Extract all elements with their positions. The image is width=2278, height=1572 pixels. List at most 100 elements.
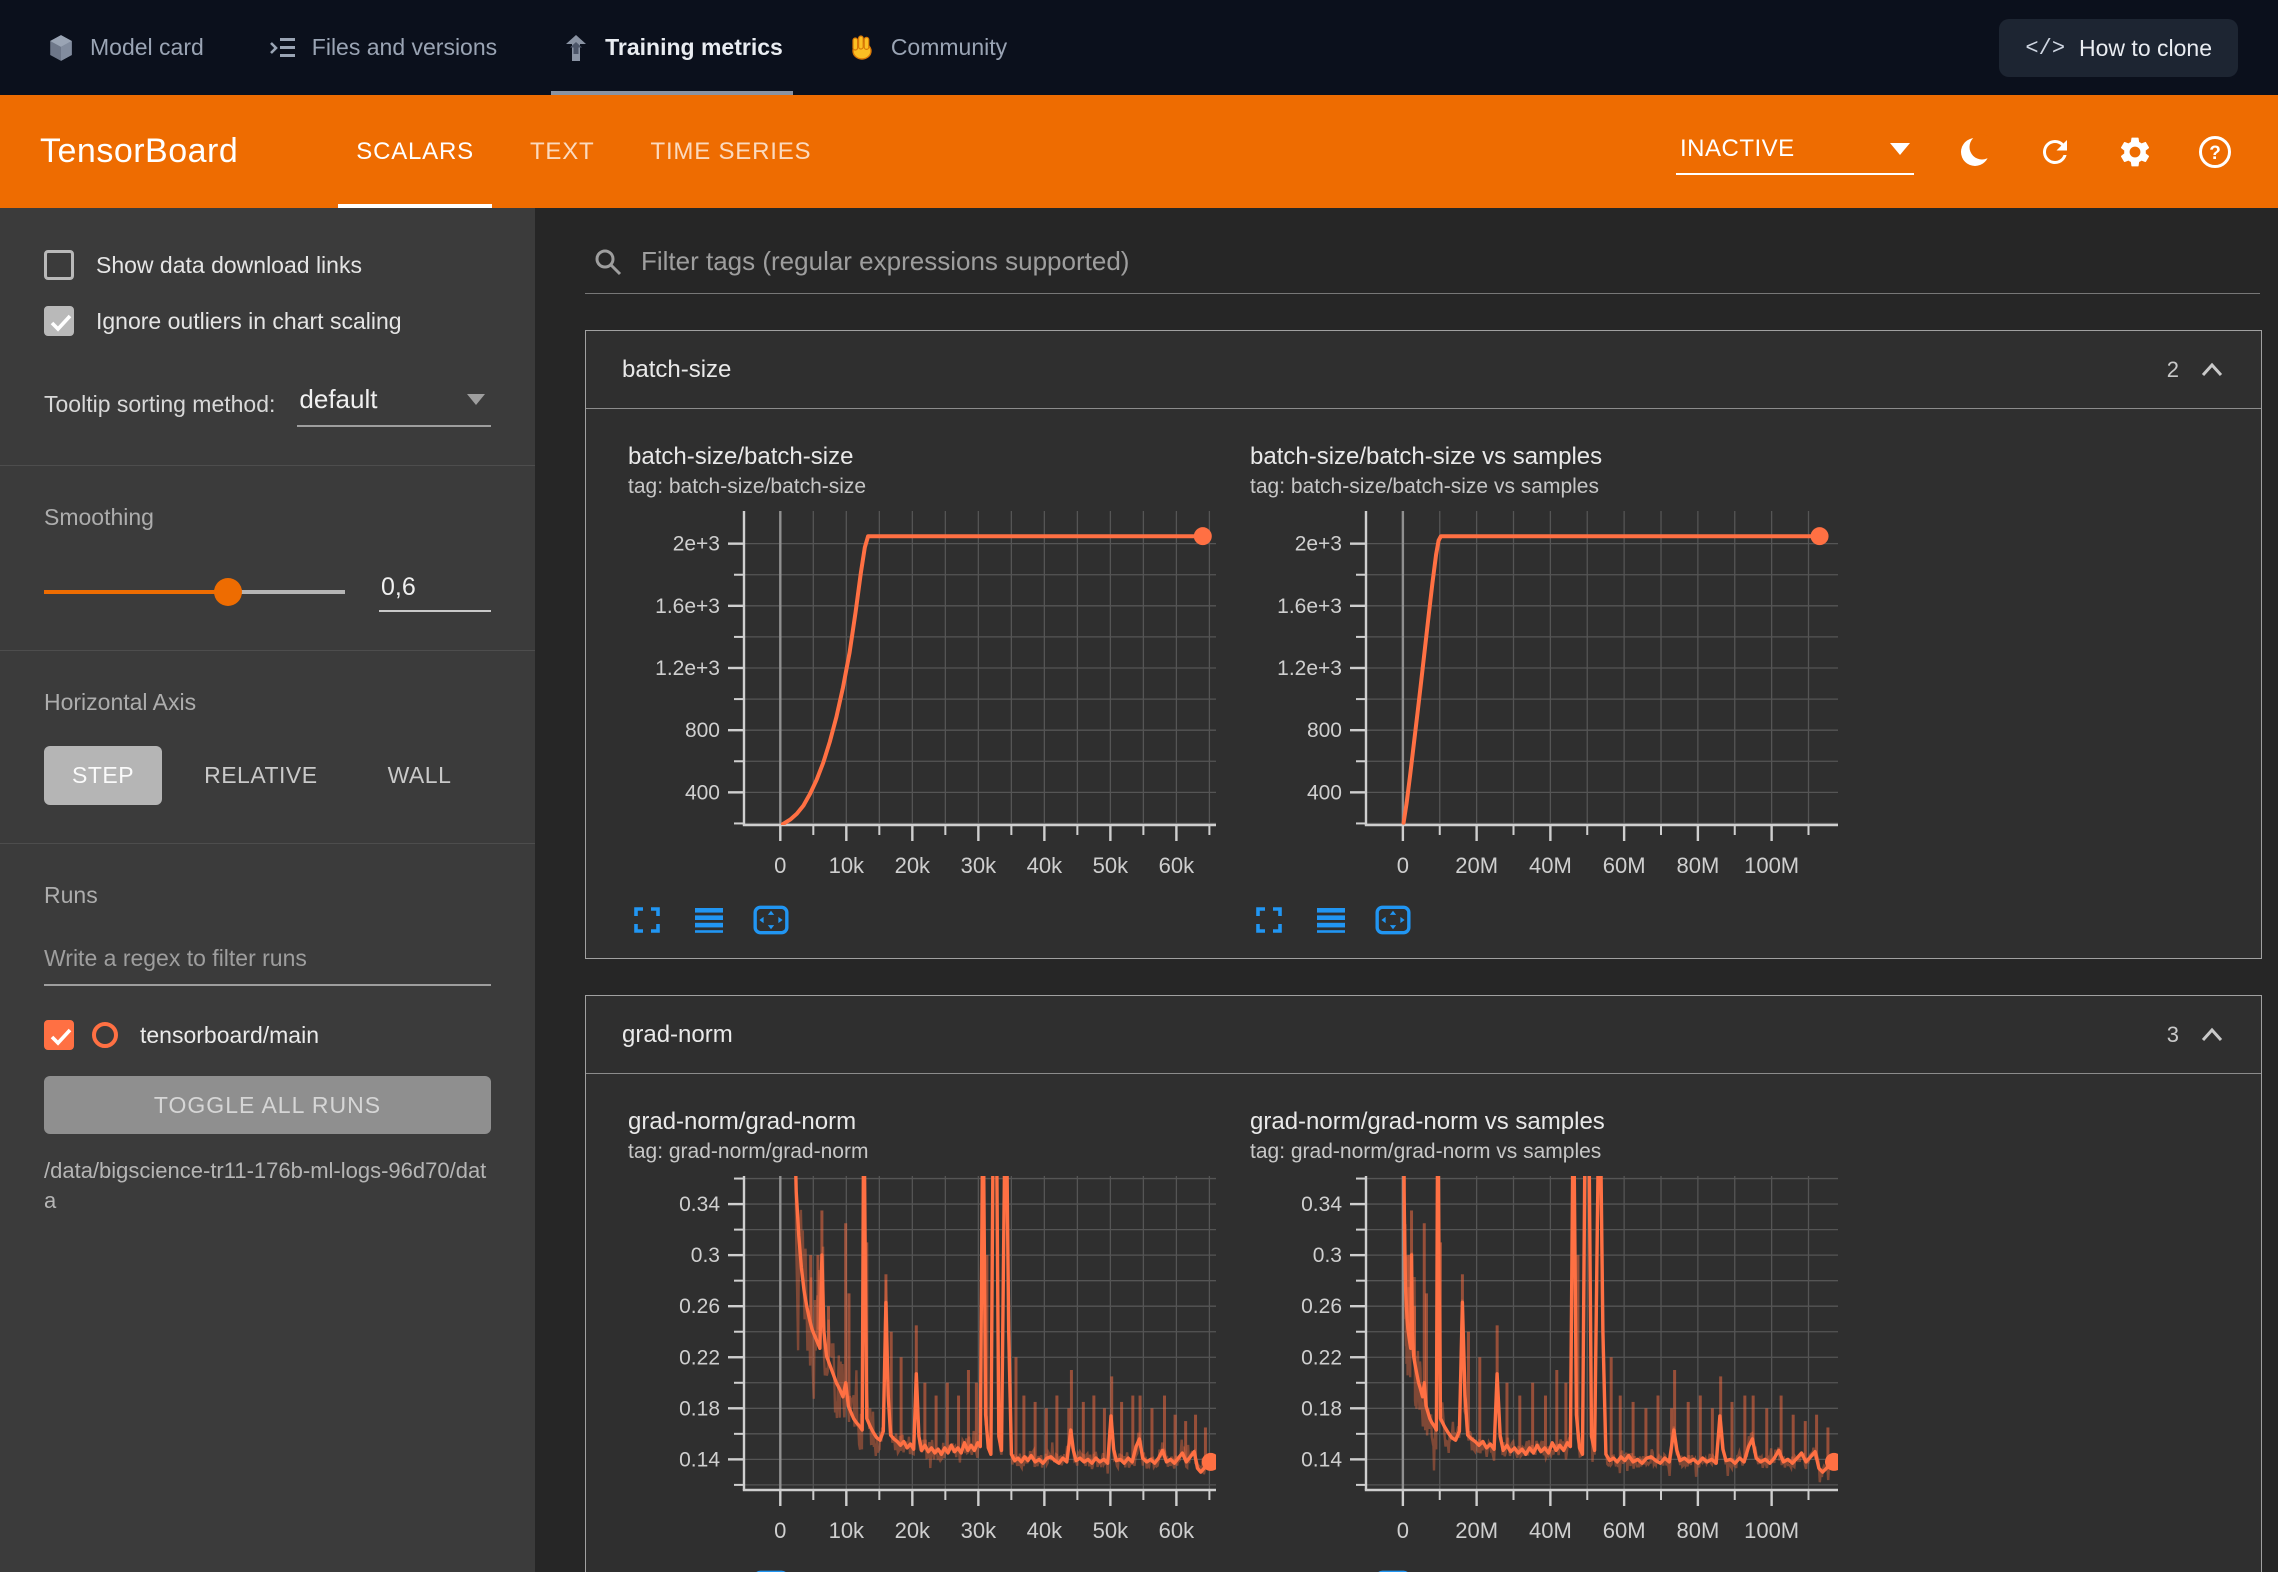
pan-zoom-button[interactable] — [1370, 900, 1416, 940]
svg-text:10k: 10k — [829, 1518, 865, 1543]
expand-chart-icon — [631, 905, 663, 935]
svg-text:0.22: 0.22 — [679, 1346, 720, 1369]
fit-data-icon — [692, 905, 726, 935]
collapse-section-button[interactable] — [2199, 360, 2225, 380]
refresh-button[interactable] — [2036, 133, 2074, 171]
chart-plot[interactable]: 4008001.2e+31.6e+32e+3010k20k30k40k50k60… — [622, 501, 1234, 889]
chart-tag: tag: grad-norm/grad-norm — [628, 1140, 1222, 1164]
svg-text:40M: 40M — [1529, 853, 1572, 878]
expand-chart-button[interactable] — [1246, 900, 1292, 940]
axis-relative-button[interactable]: RELATIVE — [176, 746, 346, 805]
run-checkbox-checked-icon[interactable] — [44, 1020, 74, 1050]
log-directory-path: /data/bigscience-tr11-176b-ml-logs-96d70… — [44, 1156, 491, 1215]
runs-filter-input[interactable] — [44, 939, 491, 986]
section-charts-row: grad-norm/grad-normtag: grad-norm/grad-n… — [586, 1074, 2261, 1572]
chart-toolbar — [1246, 1565, 1844, 1572]
expand-chart-button[interactable] — [624, 900, 670, 940]
chart-plot[interactable]: 4008001.2e+31.6e+32e+3020M40M60M80M100M — [1244, 501, 1856, 889]
svg-text:800: 800 — [685, 719, 720, 742]
svg-text:1.2e+3: 1.2e+3 — [1277, 657, 1342, 680]
svg-text:?: ? — [2209, 143, 2221, 164]
slider-knob[interactable] — [214, 578, 242, 606]
tab-files-and-versions[interactable]: Files and versions — [262, 0, 503, 95]
pan-zoom-button[interactable] — [1370, 1565, 1416, 1572]
run-name: tensorboard/main — [140, 1022, 319, 1049]
chart-title: batch-size/batch-size — [628, 443, 1222, 471]
svg-text:60k: 60k — [1159, 1518, 1195, 1543]
svg-text:400: 400 — [1307, 781, 1342, 804]
tag-filter-input[interactable] — [641, 246, 2256, 277]
reload-status-value: INACTIVE — [1680, 135, 1795, 163]
tab-text[interactable]: TEXT — [502, 95, 623, 208]
how-to-clone-button[interactable]: </> How to clone — [1999, 19, 2238, 77]
dark-mode-toggle-button[interactable] — [1956, 133, 1994, 171]
reload-status-dropdown[interactable]: INACTIVE — [1676, 129, 1914, 175]
section-charts-row: batch-size/batch-size tag: batch-size/bat… — [586, 409, 2261, 958]
svg-text:0.26: 0.26 — [679, 1295, 720, 1318]
tooltip-sorting-label: Tooltip sorting method: — [44, 391, 275, 418]
smoothing-value-input[interactable] — [379, 571, 491, 612]
pan-zoom-button[interactable] — [748, 1565, 794, 1572]
fit-data-button[interactable] — [1308, 1565, 1354, 1572]
run-row-tensorboard-main[interactable]: tensorboard/main — [44, 1020, 491, 1050]
moon-icon — [1957, 134, 1993, 170]
collapse-section-button[interactable] — [2199, 1025, 2225, 1045]
fit-data-button[interactable] — [686, 1565, 732, 1572]
sidebar-divider — [0, 465, 535, 466]
tooltip-sorting-dropdown[interactable]: default — [297, 382, 491, 427]
show-data-download-links-checkbox[interactable]: Show data download links — [44, 250, 491, 280]
tab-model-card[interactable]: Model card — [40, 0, 210, 95]
chevron-up-icon — [2199, 360, 2225, 380]
tab-scalars[interactable]: SCALARS — [328, 95, 502, 208]
svg-text:40k: 40k — [1027, 1518, 1063, 1543]
section-header[interactable]: batch-size 2 — [586, 331, 2261, 409]
svg-text:0: 0 — [774, 1518, 786, 1543]
svg-text:0: 0 — [1397, 1518, 1409, 1543]
section-card-grad-norm: grad-norm3grad-norm/grad-normtag: grad-n… — [585, 995, 2262, 1572]
svg-text:0.18: 0.18 — [679, 1397, 720, 1420]
sidebar-divider — [0, 843, 535, 844]
fit-data-button[interactable] — [1308, 900, 1354, 940]
chart-plot[interactable]: 0.140.180.220.260.30.34010k20k30k40k50k6… — [622, 1166, 1234, 1554]
expand-chart-button[interactable] — [624, 1565, 670, 1572]
settings-button[interactable] — [2116, 133, 2154, 171]
tensorboard-logo: TensorBoard — [40, 132, 238, 171]
chevron-up-icon — [2199, 1025, 2225, 1045]
gear-icon — [2117, 134, 2153, 170]
expand-chart-button[interactable] — [1246, 1565, 1292, 1572]
svg-text:800: 800 — [1307, 719, 1342, 742]
axis-step-button[interactable]: STEP — [44, 746, 162, 805]
tooltip-sorting-value: default — [299, 384, 377, 415]
toolbar-right-controls: INACTIVE ? — [1676, 129, 2234, 175]
chart-tag: tag: batch-size/batch-size — [628, 475, 1222, 499]
svg-text:20k: 20k — [895, 1518, 931, 1543]
chart-toolbar — [624, 900, 1222, 940]
svg-text:400: 400 — [685, 781, 720, 804]
clone-button-label: How to clone — [2079, 35, 2212, 62]
svg-text:100M: 100M — [1744, 1518, 1799, 1543]
smoothing-slider[interactable] — [44, 577, 345, 607]
chart-plot[interactable]: 0.140.180.220.260.30.34020M40M60M80M100M — [1244, 1166, 1856, 1554]
ignore-outliers-checkbox[interactable]: Ignore outliers in chart scaling — [44, 306, 491, 336]
svg-text:2e+3: 2e+3 — [1295, 533, 1342, 556]
tab-training-metrics[interactable]: Training metrics — [555, 0, 789, 95]
tab-community[interactable]: Community — [841, 0, 1013, 95]
dashboard-content: batch-size 2 batch-size/batch-size tag: bat… — [535, 208, 2278, 1572]
help-button[interactable]: ? — [2196, 133, 2234, 171]
svg-text:0: 0 — [774, 853, 786, 878]
svg-text:0.3: 0.3 — [1313, 1244, 1342, 1267]
fit-data-button[interactable] — [686, 900, 732, 940]
chart-grad-samples: grad-norm/grad-norm vs samplestag: grad-… — [1244, 1108, 1844, 1572]
checkbox-unchecked-icon — [44, 250, 74, 280]
svg-text:0.34: 0.34 — [1301, 1193, 1342, 1216]
section-header[interactable]: grad-norm3 — [586, 996, 2261, 1074]
section-title: batch-size — [622, 356, 731, 384]
axis-wall-button[interactable]: WALL — [360, 746, 480, 805]
tab-time-series[interactable]: TIME SERIES — [622, 95, 839, 208]
section-chart-count: 2 — [2167, 357, 2179, 383]
model-page-nav: Model card Files and versions Training m… — [0, 0, 2278, 95]
pan-zoom-button[interactable] — [748, 900, 794, 940]
svg-text:1.6e+3: 1.6e+3 — [1277, 595, 1342, 618]
svg-text:30k: 30k — [961, 1518, 997, 1543]
toggle-all-runs-button[interactable]: TOGGLE ALL RUNS — [44, 1076, 491, 1134]
